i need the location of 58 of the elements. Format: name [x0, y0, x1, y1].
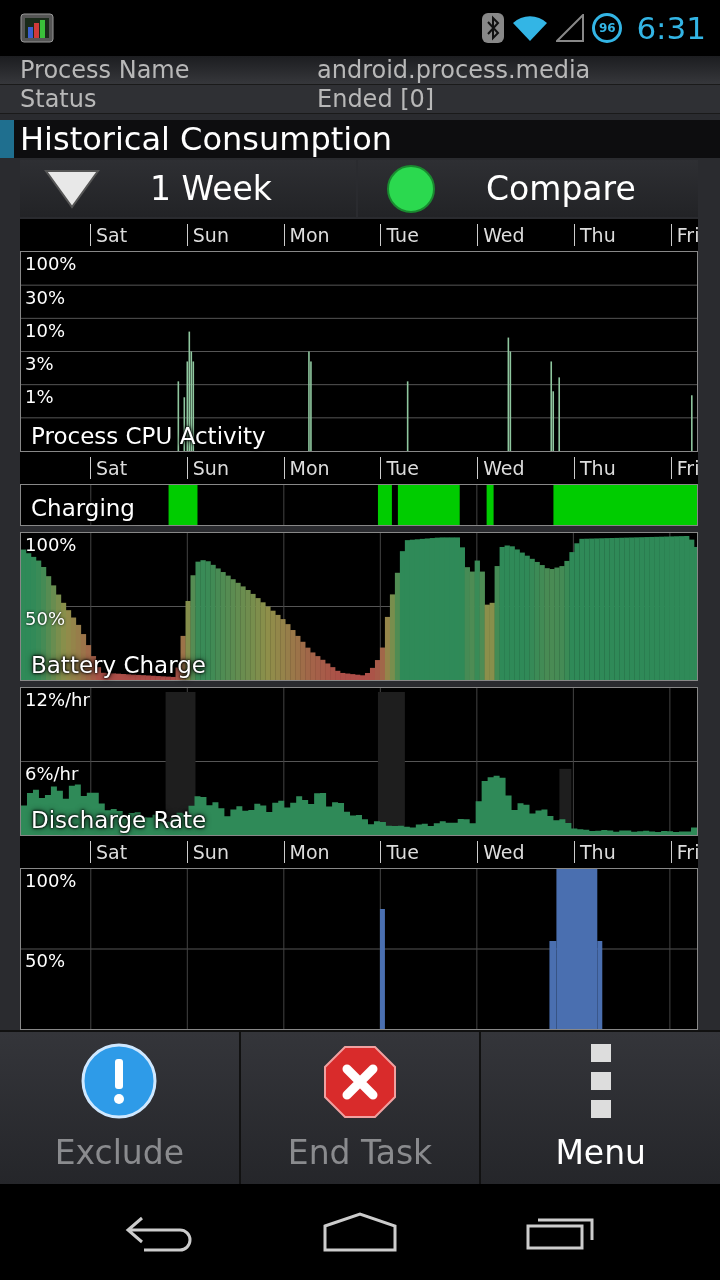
day-label: Wed — [477, 224, 574, 247]
day-label: Fri — [670, 457, 698, 480]
axis-tick-label: 100% — [25, 253, 77, 276]
axis-tick-label: 3% — [25, 352, 54, 375]
triangle-icon — [44, 168, 100, 209]
activity-spike — [406, 381, 409, 452]
day-label: Sun — [186, 841, 284, 864]
chart-title: Discharge Rate — [31, 807, 207, 834]
day-label: Sun — [186, 224, 284, 247]
day-label: Fri — [670, 224, 698, 247]
axis-tick-label: 6%/hr — [25, 762, 79, 785]
axis-tick-label: 12%/hr — [25, 689, 90, 712]
wifi-icon — [512, 13, 549, 42]
day-label: Sat — [90, 224, 187, 247]
day-label: Thu — [574, 841, 671, 864]
battery-indicator: 96 — [592, 12, 623, 43]
day-label: Tue — [380, 224, 478, 247]
compare-toggle[interactable]: Compare — [358, 159, 698, 218]
signal-icon — [556, 13, 585, 42]
day-label: Mon — [283, 841, 381, 864]
axis-tick-label: 1% — [25, 386, 54, 409]
axis-tick-label: 10% — [25, 319, 65, 342]
bluetooth-icon — [482, 12, 505, 43]
info-value: android.process.media — [317, 55, 591, 84]
info-label: Process Name — [20, 55, 191, 84]
stop-x-icon — [323, 1045, 397, 1120]
clock: 6:31 — [636, 9, 706, 46]
chart-title: Charging — [31, 495, 135, 522]
info-label: Status — [20, 84, 98, 113]
day-label: Sat — [90, 457, 187, 480]
day-label: Thu — [574, 457, 671, 480]
axis-tick-label: 100% — [25, 534, 77, 557]
home-button[interactable] — [323, 1212, 397, 1253]
info-value: Ended [0] — [317, 84, 435, 113]
day-label: Wed — [477, 841, 574, 864]
menu-icon — [589, 1043, 612, 1120]
charging-segment — [397, 485, 460, 526]
day-label: Tue — [380, 841, 478, 864]
charging-segment — [168, 485, 198, 526]
day-label: Sun — [186, 457, 284, 480]
axis-tick-label: 50% — [25, 950, 65, 973]
day-label: Tue — [380, 457, 478, 480]
day-label: Sat — [90, 841, 187, 864]
bar-chart-app-icon — [20, 12, 54, 43]
charging-segment — [377, 485, 392, 526]
axis-tick-label: 50% — [25, 607, 65, 630]
day-label: Fri — [670, 841, 698, 864]
day-label: Mon — [283, 224, 381, 247]
day-label: Mon — [283, 457, 381, 480]
toolbar-button[interactable]: Menu — [481, 1032, 720, 1185]
section-title: Historical Consumption — [20, 119, 392, 158]
axis-tick-label: 30% — [25, 286, 65, 309]
day-label: Wed — [477, 457, 574, 480]
charging-segment — [486, 485, 494, 526]
exclamation-icon — [81, 1043, 158, 1120]
period-dropdown[interactable]: 1 Week — [20, 159, 356, 218]
day-label: Thu — [574, 224, 671, 247]
axis-tick-label: 100% — [25, 870, 77, 893]
